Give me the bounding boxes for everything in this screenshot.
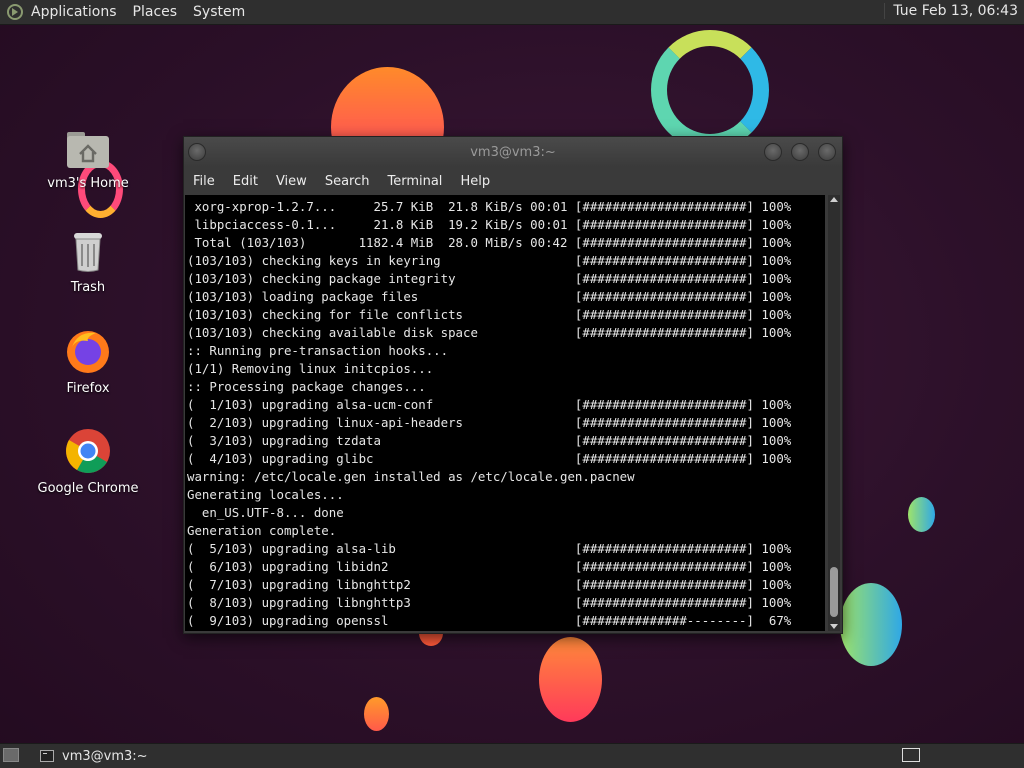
menu-search[interactable]: Search — [316, 174, 379, 189]
terminal-line: :: Running pre-transaction hooks... — [187, 343, 449, 358]
desktop-icon-label: Firefox — [66, 381, 110, 396]
terminal-line: (103/103) checking for file conflicts [#… — [187, 307, 792, 322]
menu-edit[interactable]: Edit — [224, 174, 267, 189]
clock[interactable]: Tue Feb 13, 06:43 — [884, 3, 1018, 19]
terminal-line: (103/103) checking keys in keyring [####… — [187, 253, 792, 268]
terminal-line: ( 9/103) upgrading openssl [############… — [187, 613, 792, 628]
desktop-icon-home[interactable]: vm3's Home — [33, 128, 143, 191]
desktop-icon-firefox[interactable]: Firefox — [33, 327, 143, 396]
terminal-line: Generating locales... — [187, 487, 344, 502]
terminal-line: ( 3/103) upgrading tzdata [#############… — [187, 433, 792, 448]
terminal-lines: xorg-xprop-1.2.7... 25.7 KiB 21.8 KiB/s … — [185, 195, 825, 630]
workspace-switcher[interactable] — [902, 748, 920, 762]
desktop-icon-label: vm3's Home — [47, 176, 129, 191]
top-panel: Applications Places System Tue Feb 13, 0… — [0, 0, 1024, 25]
terminal-icon — [40, 750, 54, 762]
menu-file[interactable]: File — [184, 174, 224, 189]
taskbar-item-label: vm3@vm3:~ — [62, 748, 148, 764]
menu-logo-icon[interactable] — [7, 4, 23, 20]
chrome-icon — [66, 429, 110, 473]
firefox-icon — [67, 331, 109, 373]
decorative-orange-blob-bottom — [539, 637, 602, 722]
menu-terminal[interactable]: Terminal — [378, 174, 451, 189]
terminal-line: (103/103) checking package integrity [##… — [187, 271, 792, 286]
minimize-button[interactable] — [764, 143, 782, 161]
terminal-line: Generation complete. — [187, 523, 337, 538]
window-titlebar[interactable]: vm3@vm3:~ — [184, 137, 842, 167]
maximize-button[interactable] — [791, 143, 809, 161]
terminal-line: ( 8/103) upgrading libnghttp3 [#########… — [187, 595, 792, 610]
decorative-orange-blob-tiny — [364, 697, 389, 731]
applications-menu[interactable]: Applications — [31, 4, 117, 20]
terminal-line: xorg-xprop-1.2.7... 25.7 KiB 21.8 KiB/s … — [187, 199, 792, 214]
terminal-line: ( 5/103) upgrading alsa-lib [###########… — [187, 541, 792, 556]
decorative-ring — [651, 30, 769, 150]
trash-icon — [74, 233, 102, 272]
home-folder-icon — [67, 132, 109, 168]
terminal-line: (103/103) loading package files [#######… — [187, 289, 792, 304]
desktop-icon-label: Trash — [70, 280, 106, 295]
terminal-line: :: Processing package changes... — [187, 379, 426, 394]
terminal-line: ( 1/103) upgrading alsa-ucm-conf [######… — [187, 397, 792, 412]
menu-view[interactable]: View — [267, 174, 316, 189]
decorative-green-blob-large — [840, 583, 902, 666]
scrollbar-thumb[interactable] — [830, 567, 838, 617]
scroll-down-arrow-icon[interactable] — [830, 624, 838, 629]
menu-help[interactable]: Help — [451, 174, 499, 189]
places-menu[interactable]: Places — [133, 4, 178, 20]
terminal-line: warning: /etc/locale.gen installed as /e… — [187, 469, 635, 484]
desktop-icon-chrome[interactable]: Google Chrome — [33, 427, 143, 496]
terminal-window: vm3@vm3:~ File Edit View Search Terminal… — [183, 136, 843, 634]
window-menubar: File Edit View Search Terminal Help — [184, 167, 842, 195]
terminal-output[interactable]: xorg-xprop-1.2.7... 25.7 KiB 21.8 KiB/s … — [185, 195, 825, 631]
terminal-line: (103/103) checking available disk space … — [187, 325, 792, 340]
close-button[interactable] — [818, 143, 836, 161]
terminal-line: Total (103/103) 1182.4 MiB 28.0 MiB/s 00… — [187, 235, 792, 250]
terminal-line: ( 2/103) upgrading linux-api-headers [##… — [187, 415, 792, 430]
scroll-up-arrow-icon[interactable] — [830, 197, 838, 202]
desktop-icon-label: Google Chrome — [37, 481, 139, 496]
terminal-line: ( 7/103) upgrading libnghttp2 [#########… — [187, 577, 792, 592]
bottom-panel: vm3@vm3:~ — [0, 743, 1024, 768]
show-desktop-button[interactable] — [3, 748, 19, 762]
terminal-line: (1/1) Removing linux initcpios... — [187, 361, 434, 376]
desktop-icon-trash[interactable]: Trash — [33, 230, 143, 295]
terminal-line: ( 4/103) upgrading glibc [##############… — [187, 451, 792, 466]
window-title: vm3@vm3:~ — [470, 145, 556, 160]
taskbar-item-terminal[interactable]: vm3@vm3:~ — [32, 746, 148, 766]
decorative-green-blob — [908, 497, 935, 532]
terminal-line: en_US.UTF-8... done — [187, 505, 344, 520]
terminal-scrollbar[interactable] — [828, 195, 840, 631]
terminal-line: ( 6/103) upgrading libidn2 [############… — [187, 559, 792, 574]
terminal-line: libpciaccess-0.1... 21.8 KiB 19.2 KiB/s … — [187, 217, 792, 232]
system-menu[interactable]: System — [193, 4, 245, 20]
